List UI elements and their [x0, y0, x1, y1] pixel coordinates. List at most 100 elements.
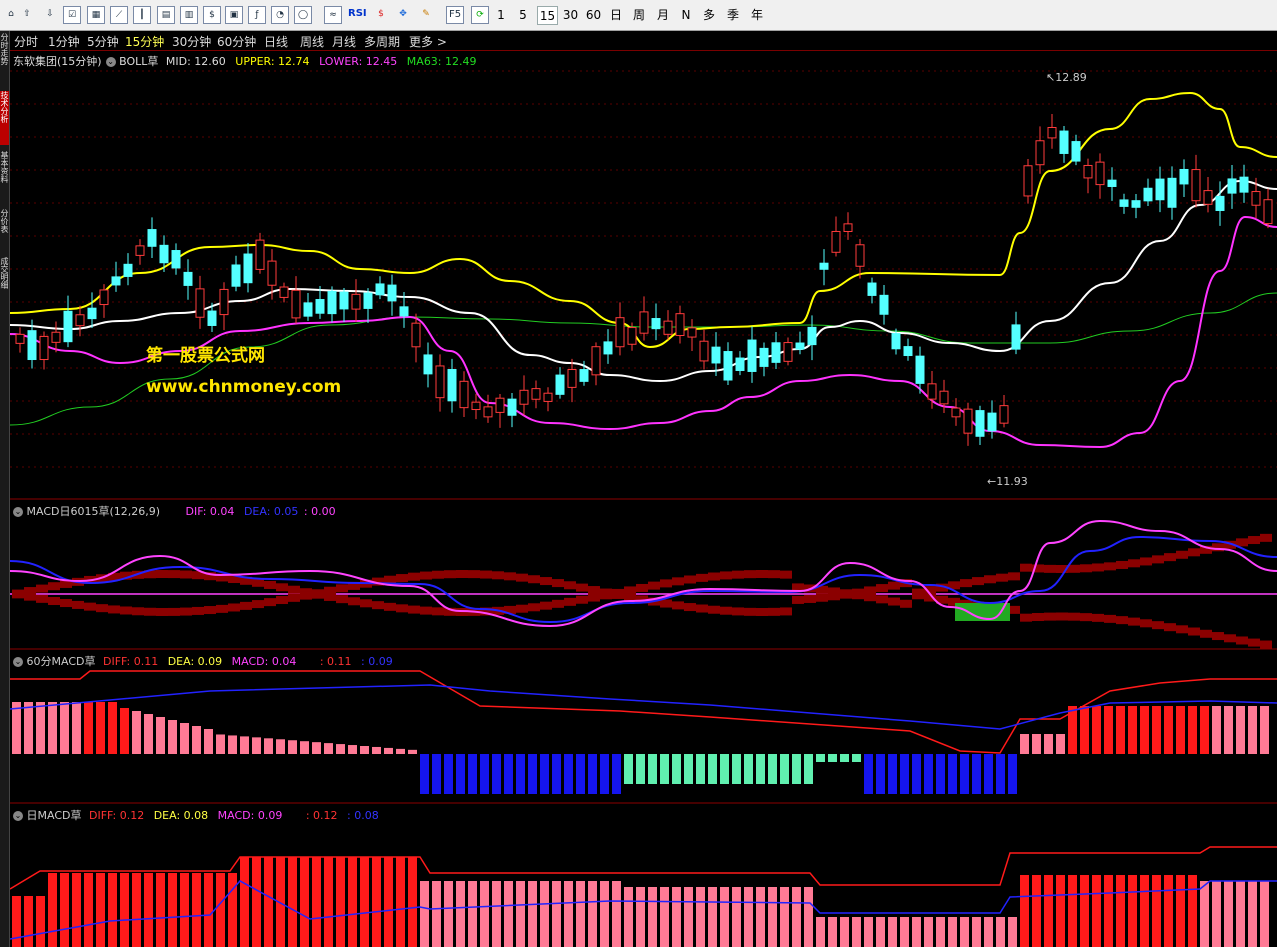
macd3-bar — [1140, 875, 1149, 947]
candle — [207, 310, 217, 326]
rsi-icon[interactable]: RSI — [348, 6, 366, 24]
period-button-8[interactable]: N — [677, 6, 695, 25]
side-tab-0[interactable]: 分时走势 — [0, 33, 9, 87]
macd2-bar — [792, 754, 801, 784]
data-f10-icon[interactable]: ▥ — [180, 6, 198, 24]
candle — [411, 322, 421, 348]
period-tab-2[interactable]: 5分钟 — [87, 33, 119, 50]
macd1-band-upper — [1116, 560, 1128, 569]
candle — [555, 374, 565, 395]
macd2-bar — [468, 754, 477, 794]
period-button-7[interactable]: 月 — [654, 6, 672, 25]
dollar-red-icon[interactable]: $ — [372, 6, 390, 24]
candle — [303, 302, 313, 317]
macd3-bar — [648, 887, 657, 947]
up-arrow-icon[interactable]: ⇧ — [18, 6, 36, 24]
report-icon[interactable]: ▣ — [225, 6, 243, 24]
period-button-6[interactable]: 周 — [630, 6, 648, 25]
period-tab-4[interactable]: 30分钟 — [172, 33, 211, 50]
macd1-band-lower — [396, 604, 408, 613]
period-button-3[interactable]: 30 — [560, 6, 581, 25]
funds-icon[interactable]: ◔ — [271, 6, 289, 24]
line-chart-icon[interactable]: ⟋ — [110, 6, 128, 24]
circle-icon[interactable]: ◯ — [294, 6, 312, 24]
macd2-bar — [816, 754, 825, 762]
macd2-bar — [744, 754, 753, 784]
macd2-bar — [1200, 706, 1209, 754]
period-button-11[interactable]: 年 — [748, 6, 766, 25]
period-tab-8[interactable]: 月线 — [332, 33, 356, 50]
macd1-band-lower — [1200, 629, 1212, 638]
macd1-band-lower — [768, 607, 780, 616]
macd3-bar — [384, 857, 393, 947]
crosshair-move-icon[interactable]: ✥ — [394, 6, 412, 24]
macd2-bar — [444, 754, 453, 794]
period-button-0[interactable]: 1 — [492, 6, 510, 25]
candlestick-icon[interactable]: ┃ — [133, 6, 151, 24]
macd1-band-lower — [804, 594, 816, 603]
macd3-bar — [1056, 875, 1065, 947]
candle — [891, 333, 901, 350]
period-tab-9[interactable]: 多周期 — [364, 33, 400, 50]
data-grid-icon[interactable]: ▤ — [157, 6, 175, 24]
macd1-band-upper — [1188, 548, 1200, 557]
macd3-bar — [168, 873, 177, 947]
macd2-bar — [108, 702, 117, 754]
f5-button[interactable]: F5 — [446, 6, 464, 24]
macd2-bar — [708, 754, 717, 784]
candle — [507, 398, 517, 416]
macd2-bar — [1104, 706, 1113, 754]
candle — [159, 244, 169, 264]
period-button-10[interactable]: 季 — [724, 6, 742, 25]
macd3-bar — [84, 873, 93, 947]
period-button-1[interactable]: 5 — [514, 6, 532, 25]
period-tab-6[interactable]: 日线 — [264, 33, 288, 50]
macd2-bar — [684, 754, 693, 784]
grid-lines — [10, 70, 1277, 804]
macd1-band-lower — [900, 599, 912, 608]
formula-icon[interactable]: ƒ — [248, 6, 266, 24]
macd1-band-lower — [744, 607, 756, 616]
table-icon[interactable]: ▦ — [87, 6, 105, 24]
period-tab-7[interactable]: 周线 — [300, 33, 324, 50]
macd1-band-upper — [1140, 557, 1152, 566]
macd2-bar — [876, 754, 885, 794]
period-tab-0[interactable]: 分时 — [14, 33, 38, 50]
macd1-band-lower — [132, 607, 144, 616]
macd1-band-upper — [1128, 559, 1140, 568]
dollar-icon[interactable]: $ — [203, 6, 221, 24]
watermark-url: www.chnmoney.com — [146, 377, 342, 397]
macd1-band-upper — [1008, 572, 1020, 581]
macd1-band-lower — [384, 602, 396, 611]
macd1-band-lower — [696, 604, 708, 613]
down-arrow-icon[interactable]: ⇩ — [41, 6, 59, 24]
macd1-band-lower — [432, 607, 444, 616]
period-tab-5[interactable]: 60分钟 — [217, 33, 256, 50]
high-price-label: ↖12.89 — [1046, 71, 1087, 84]
period-button-2[interactable]: 15 — [537, 6, 558, 25]
candle — [243, 253, 253, 284]
period-tab-10[interactable]: 更多 > — [409, 33, 447, 50]
side-tab-3[interactable]: 分价表 — [0, 209, 9, 263]
macd1-band-lower — [612, 590, 624, 599]
period-tab-3[interactable]: 15分钟 — [125, 33, 164, 50]
side-tab-1[interactable]: 技术分析 — [0, 91, 9, 145]
period-button-9[interactable]: 多 — [700, 6, 718, 25]
macd1-band-upper — [768, 570, 780, 579]
pencil-icon[interactable]: ✎ — [417, 6, 435, 24]
refresh-icon[interactable]: ⟳ — [471, 6, 489, 24]
macd2-bar — [276, 739, 285, 754]
side-tab-4[interactable]: 成交明细 — [0, 257, 9, 311]
trend-icon[interactable]: ≈ — [324, 6, 342, 24]
checklist-icon[interactable]: ☑ — [63, 6, 81, 24]
period-tab-1[interactable]: 1分钟 — [48, 33, 80, 50]
arrow-icon: ↖ — [1046, 71, 1056, 84]
macd1-band-lower — [168, 607, 180, 616]
candle — [1095, 161, 1105, 186]
period-button-5[interactable]: 日 — [607, 6, 625, 25]
period-button-4[interactable]: 60 — [583, 6, 604, 25]
macd1-band-lower — [1092, 613, 1104, 622]
candle — [975, 410, 985, 437]
side-tab-2[interactable]: 基本资料 — [0, 151, 9, 205]
chart-area[interactable] — [10, 51, 1277, 947]
